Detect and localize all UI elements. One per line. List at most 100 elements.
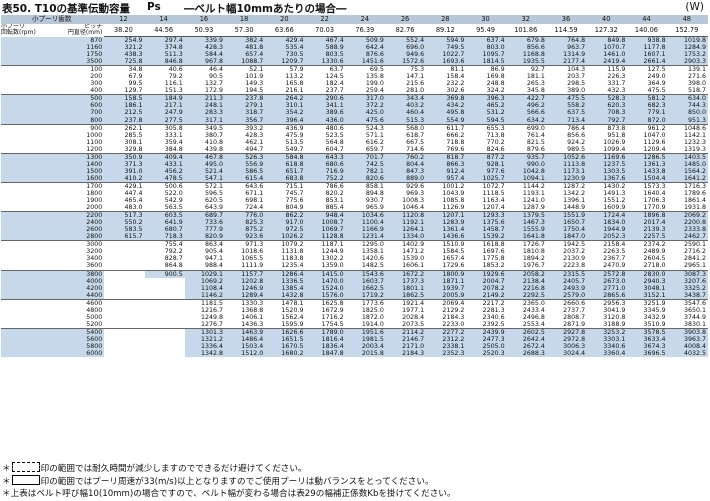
value-cell: 298.5 [546,80,588,88]
value-cell: 2233.0 [426,320,467,329]
value-cell: 760.2 [385,152,427,161]
value-cell: 317.0 [345,94,386,103]
teeth-cell: 30 [466,15,507,24]
value-cell: 1177.8 [627,44,668,52]
value-cell: 779.1 [627,109,668,117]
value-cell: 2004.7 [466,277,507,285]
value-cell: 634.2 [506,116,547,125]
value-cell: 550.2 [104,219,145,227]
value-cell: 389.6 [305,109,346,117]
rpm-cell: 1500 [1,167,105,175]
notes: ＊印の範囲では耐久時間が減少しますのでできるだけ避けてください。 ＊印の範囲では… [2,462,708,501]
value-cell: 572.1 [184,181,225,190]
value-cell: 3830.1 [667,320,708,329]
teeth-cell: 18 [225,15,266,24]
table-row: 400 129.7 151.3 172.9 194.5 216.1 237.7 259.4 28… [1,87,708,95]
value-cell: 528.3 [587,94,628,103]
table-row: 1500 391.0 456.2 521.4 586.5 651.7 716.9 782.1 8… [1,167,708,175]
table-row: 500 158.5 184.9 211.3 237.8 264.2 290.6 317.0 34… [1,94,708,103]
value-cell: 856.6 [506,44,547,52]
value-cell: 1724.4 [587,211,628,220]
title-main: 表50. T10の基準伝動容量 [2,3,131,15]
value-cell: 1951.6 [345,327,386,336]
value-cell: 438.3 [104,51,145,59]
value-cell: 1111.9 [225,262,266,270]
value-cell: 1847.0 [546,233,588,241]
rpm-cell: 1400 [1,160,105,168]
value-cell: 961.2 [627,123,668,132]
value-cell: 1128.8 [305,233,346,241]
value-cell: 318.7 [225,109,266,117]
value-cell: 135.8 [345,73,386,81]
value-cell: 2419.4 [587,58,628,66]
value-cell: 339.9 [184,36,225,45]
pitch-cell: 50.93 [184,24,225,37]
value-cell: 3207.6 [667,277,708,285]
value-cell: 1342.2 [546,189,588,198]
teeth-cell: 20 [265,15,306,24]
value-cell: 1330.3 [225,298,266,307]
value-cell: 803.5 [305,51,346,59]
value-cell: 2808.7 [546,313,588,321]
value-cell: 615.4 [225,174,266,183]
value-cell: 226.3 [587,73,628,81]
value-cell: 2718.0 [627,262,668,270]
value-cell: 1680.2 [265,350,306,358]
value-cell: 436.9 [265,123,306,132]
value-cell: 1524.0 [305,284,346,292]
value-cell: 1029.1 [184,269,225,278]
value-cell: 680.6 [305,160,346,168]
rpm-cell: 1900 [1,197,105,205]
value-cell: 858.1 [345,181,386,190]
teeth-cell: 44 [627,15,668,24]
table-title: 表50. T10の基準伝動容量 Ps ―ベルト幅10mmあたりの場合― (W) [2,1,708,15]
value-cell: 1118.5 [466,189,507,198]
value-cell: 271.6 [667,73,708,81]
value-cell: 1847.8 [305,350,346,358]
value-cell: 2281.3 [466,306,507,314]
value-cell: 1471.2 [385,248,427,256]
rpm-cell: 4200 [1,284,105,292]
value-cell: 1301.3 [184,327,225,336]
value-cell: 259.4 [345,87,386,95]
value-cell: 825.3 [225,219,266,227]
value-cell: 1584.5 [426,248,467,256]
value-cell: 495.8 [426,109,467,117]
rpm-cell: 1160 [1,44,105,52]
teeth-cell: 12 [104,15,145,24]
value-cell: 1640.4 [627,189,668,198]
value-cell: 583.5 [104,226,145,234]
value-cell: 1491.3 [587,189,628,198]
table-row: 5200 1276.7 1436.3 1595.9 1754.5 1914.0 2073.5… [1,320,708,329]
value-cell [104,284,145,292]
note-2-text: 印の範囲ではプーリ周速が33(m/s)以上となりますのでご使用プーリは動バランス… [40,477,434,488]
value-cell: 63.7 [305,65,346,74]
pitch-cell: 63.66 [265,24,306,37]
value-cell: 1065.5 [225,255,266,263]
value-cell: 680.7 [144,226,185,234]
value-cell: 1207.1 [426,211,467,220]
value-cell: 69.5 [345,65,386,74]
value-cell: 494.7 [225,145,266,154]
rpm-cell: 400 [1,87,105,95]
value-cell: 749.5 [426,44,467,52]
value-cell: 990.0 [506,160,547,168]
value-cell: 2660.6 [546,298,588,307]
value-cell: 651.7 [265,167,306,175]
value-cell: 2292.5 [506,291,547,300]
value-cell: 1336.4 [184,342,225,351]
value-cell: 372.2 [345,102,386,110]
value-cell: 1026.2 [265,233,306,241]
unit-label: (W) [685,1,704,13]
value-cell: 3006.3 [546,342,588,351]
value-cell: 526.3 [225,152,266,161]
value-cell: 1801.1 [385,284,427,292]
value-cell: 1693.6 [426,58,467,66]
value-cell: 1436.3 [225,320,266,329]
value-cell: 2572.8 [587,269,628,278]
value-cell: 616.2 [345,138,386,146]
value-cell: 1146.2 [184,291,225,300]
value-cell: 2138.4 [506,277,547,285]
value-cell: 2352.3 [426,350,467,358]
value-cell: 2333.8 [667,226,708,234]
